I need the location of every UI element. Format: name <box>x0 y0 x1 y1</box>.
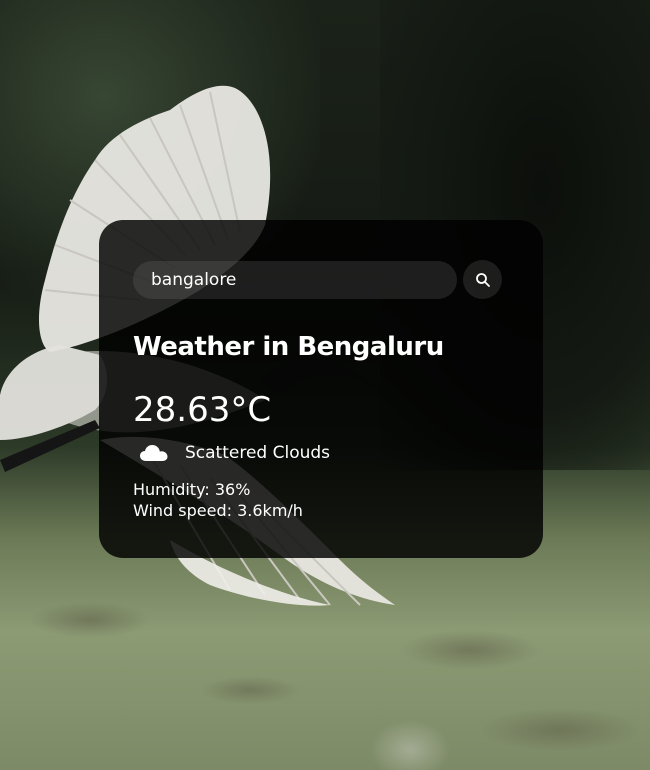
cloud-icon <box>140 445 168 461</box>
search-bar <box>133 260 509 299</box>
humidity: Humidity: 36% <box>133 480 251 499</box>
weather-card: Weather in Bengaluru 28.63°C Scattered C… <box>99 220 543 558</box>
search-icon <box>475 272 490 287</box>
condition-description: Scattered Clouds <box>185 443 331 463</box>
search-input[interactable] <box>133 260 457 299</box>
temperature: 28.63°C <box>133 390 272 430</box>
condition-row: Scattered Clouds <box>133 442 509 464</box>
city-title: Weather in Bengaluru <box>133 332 444 362</box>
search-button[interactable] <box>463 260 502 299</box>
wind-speed: Wind speed: 3.6km/h <box>133 501 303 520</box>
